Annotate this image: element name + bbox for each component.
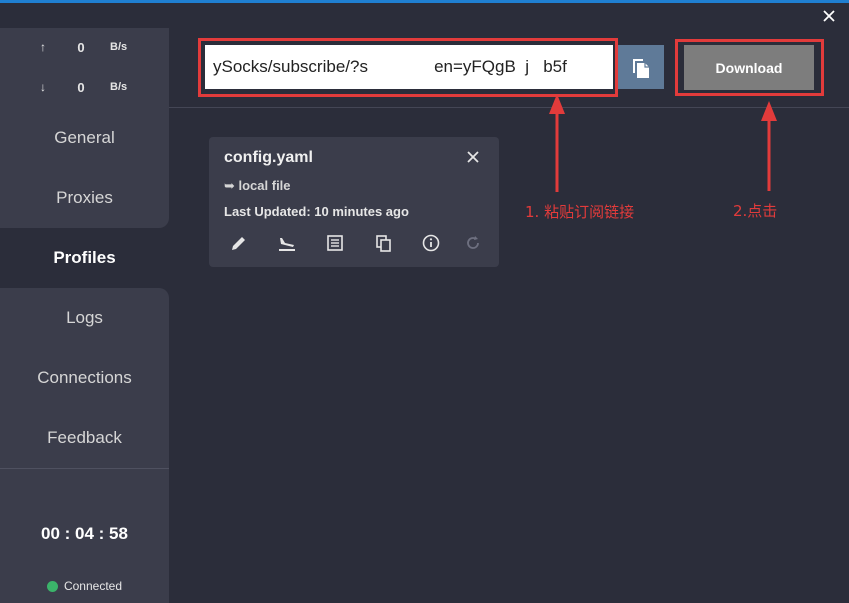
profile-source: ➥ local file: [224, 178, 291, 193]
upload-speed-value: 0: [77, 40, 85, 55]
sidebar-item-label: Feedback: [47, 428, 122, 447]
info-icon[interactable]: [421, 233, 441, 253]
sidebar-nav: General Proxies Profiles Logs Connection…: [0, 108, 169, 468]
profile-card[interactable]: config.yaml ➥ local file Last Updated: 1…: [209, 137, 499, 267]
sidebar-item-label: General: [54, 128, 115, 147]
sidebar-item-profiles[interactable]: Profiles: [0, 228, 169, 288]
annotation-step-2: 2.点击: [733, 202, 778, 220]
flight-land-icon[interactable]: [277, 233, 297, 253]
copy-icon: [633, 59, 649, 78]
close-icon[interactable]: [821, 8, 837, 24]
sidebar-item-general[interactable]: General: [0, 108, 169, 168]
profile-actions: [229, 233, 485, 253]
annotation-arrow-1: [549, 94, 565, 192]
sidebar: ↑ 0 B/s ↓ 0 B/s General Proxies Profiles…: [0, 28, 169, 603]
sidebar-item-label: Logs: [66, 308, 103, 327]
download-button[interactable]: Download: [684, 45, 814, 90]
header-divider: [169, 107, 849, 108]
copy-icon[interactable]: [373, 233, 393, 253]
sidebar-item-proxies[interactable]: Proxies: [0, 168, 169, 228]
status-dot-icon: [46, 580, 58, 592]
sidebar-divider: [0, 468, 169, 469]
list-view-icon[interactable]: [325, 233, 345, 253]
sidebar-item-label: Profiles: [53, 248, 116, 267]
sidebar-item-feedback[interactable]: Feedback: [0, 408, 169, 468]
sidebar-item-label: Connections: [37, 368, 132, 387]
profile-title: config.yaml: [224, 149, 313, 166]
connection-status-label: Connected: [63, 579, 123, 593]
paste-button[interactable]: [618, 45, 664, 89]
download-speed-unit: B/s: [110, 81, 128, 93]
subscription-url-input[interactable]: [205, 45, 613, 89]
refresh-icon[interactable]: [463, 233, 483, 253]
upload-arrow-icon: ↑: [40, 40, 46, 54]
download-speed: ↓ 0 B/s: [0, 78, 169, 98]
sidebar-item-label: Proxies: [56, 188, 113, 207]
title-bar: [0, 0, 849, 28]
annotation-arrow-2: [761, 101, 777, 191]
profile-last-updated: Last Updated: 10 minutes ago: [224, 204, 409, 219]
annotation-step-1: 1. 粘贴订阅链接: [525, 203, 635, 221]
download-speed-value: 0: [77, 80, 85, 95]
upload-speed: ↑ 0 B/s: [0, 38, 169, 58]
upload-speed-unit: B/s: [110, 41, 128, 53]
edit-icon[interactable]: [229, 233, 249, 253]
download-arrow-icon: ↓: [40, 80, 46, 94]
sidebar-item-logs[interactable]: Logs: [0, 288, 169, 348]
sidebar-item-connections[interactable]: Connections: [0, 348, 169, 408]
connection-status: Connected: [0, 577, 169, 595]
uptime-timer: 00 : 04 : 58: [41, 524, 128, 543]
close-icon[interactable]: [467, 151, 479, 163]
